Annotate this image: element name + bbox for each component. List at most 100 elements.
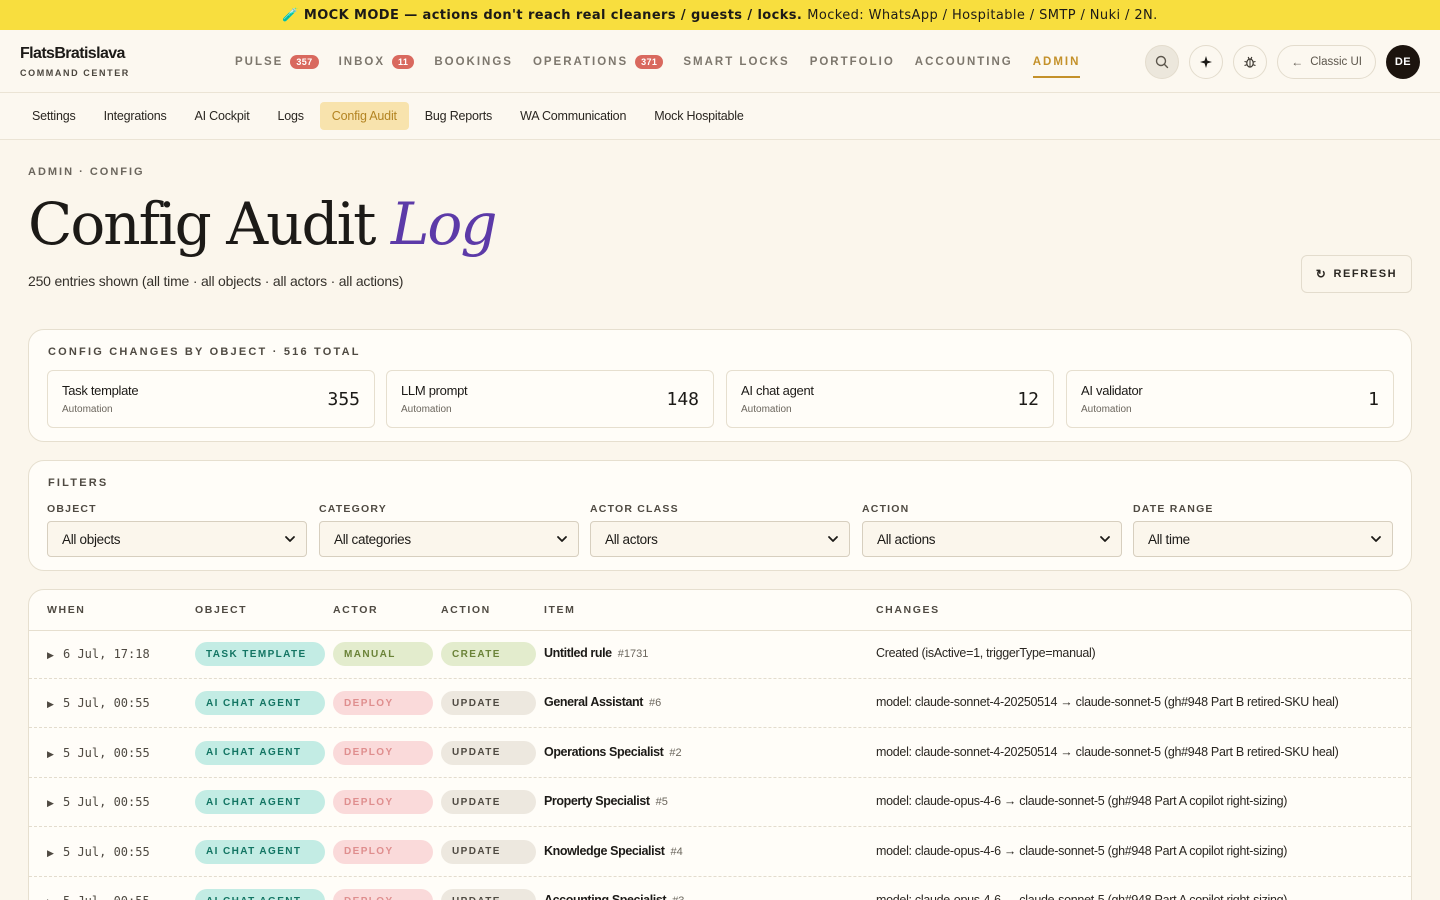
select-value: All actions	[877, 531, 936, 547]
object-badge: AI CHAT AGENT	[195, 889, 325, 900]
subnav-tab-wa-communication[interactable]: WA Communication	[508, 102, 638, 130]
category-select[interactable]: All categories	[319, 521, 579, 557]
nav-count-badge: 371	[635, 54, 664, 69]
column-header-when[interactable]: WHEN	[47, 604, 85, 616]
filter-action: ACTION All actions	[862, 503, 1122, 557]
nav-item-inbox[interactable]: INBOX 11	[339, 30, 415, 93]
column-header-actor[interactable]: ACTOR	[333, 604, 378, 616]
ai-assistant-button[interactable]	[1189, 44, 1224, 79]
stat-box-task-template[interactable]: Task template Automation 355	[47, 370, 375, 428]
column-header-changes[interactable]: CHANGES	[876, 604, 940, 616]
cell-item: Property Specialist #5	[544, 794, 668, 808]
expand-caret-icon[interactable]: ▶	[47, 749, 54, 760]
expand-caret-icon[interactable]: ▶	[47, 848, 54, 859]
stat-name: Task template	[62, 383, 139, 398]
filter-object: OBJECT All objects	[47, 503, 307, 557]
table-row[interactable]: ▶ 6 Jul, 17:18 TASK TEMPLATE MANUAL CREATE Un…	[29, 630, 1411, 679]
object-select[interactable]: All objects	[47, 521, 307, 557]
subnav-tab-integrations[interactable]: Integrations	[92, 102, 179, 130]
subnav-tab-ai-cockpit[interactable]: AI Cockpit	[183, 102, 262, 130]
nav-count-badge: 357	[290, 54, 319, 69]
refresh-button[interactable]: ↻ REFRESH	[1301, 255, 1412, 293]
admin-subnav: Settings Integrations AI Cockpit Logs Config…	[0, 93, 1440, 140]
search-button[interactable]	[1145, 44, 1180, 79]
brand-subtitle: COMMAND CENTER	[20, 67, 130, 78]
nav-item-operations[interactable]: OPERATIONS 371	[533, 30, 664, 93]
flask-icon: 🧪	[282, 7, 299, 23]
expand-caret-icon[interactable]: ▶	[47, 798, 54, 809]
object-badge: AI CHAT AGENT	[195, 790, 325, 815]
stat-box-ai-chat-agent[interactable]: AI chat agent Automation 12	[726, 370, 1054, 428]
table-row[interactable]: ▶ 5 Jul, 00:55 AI CHAT AGENT DEPLOY UPDATE Op…	[29, 729, 1411, 778]
action-select[interactable]: All actions	[862, 521, 1122, 557]
nav-item-portfolio[interactable]: PORTFOLIO	[810, 30, 895, 93]
filter-label: ACTOR CLASS	[590, 503, 679, 515]
expand-caret-icon[interactable]: ▶	[47, 699, 54, 710]
table-row[interactable]: ▶ 5 Jul, 00:55 AI CHAT AGENT DEPLOY UPDATE Kn…	[29, 828, 1411, 877]
top-right-actions: ← Classic UI DE	[1135, 30, 1420, 93]
actor-badge: DEPLOY	[333, 790, 433, 815]
stat-box-ai-validator[interactable]: AI validator Automation 1	[1066, 370, 1394, 428]
cell-changes: model: claude-sonnet-4-20250514 → claude…	[876, 744, 1339, 759]
nav-item-accounting[interactable]: ACCOUNTING	[915, 30, 1013, 93]
nav-item-admin[interactable]: ADMIN	[1032, 30, 1081, 93]
subnav-tab-settings[interactable]: Settings	[20, 102, 88, 130]
stat-value: 355	[327, 389, 360, 410]
cell-item: Knowledge Specialist #4	[544, 844, 683, 858]
actor-badge: MANUAL	[333, 642, 433, 666]
brand-name: FlatsBratislava	[20, 44, 125, 62]
cell-when: 5 Jul, 00:55	[63, 696, 150, 711]
item-id: #6	[649, 697, 662, 710]
stat-name: AI chat agent	[741, 383, 814, 398]
mock-mode-details: Mocked: WhatsApp / Hospitable / SMTP / N…	[807, 7, 1158, 23]
arrow-left-icon: ←	[1291, 54, 1304, 69]
item-id: #3	[672, 895, 684, 900]
mock-mode-title: MOCK MODE — actions don't reach real cle…	[303, 7, 803, 23]
nav-label: INBOX	[338, 55, 385, 68]
cell-changes: Created (isActive=1, triggerType=manual)	[876, 646, 1096, 660]
object-badge: AI CHAT AGENT	[195, 740, 325, 765]
classic-ui-button[interactable]: ← Classic UI	[1277, 44, 1376, 79]
cell-changes: model: claude-sonnet-4-20250514 → claude…	[876, 695, 1339, 710]
actor-badge: DEPLOY	[333, 740, 433, 765]
nav-label: SMART LOCKS	[683, 55, 790, 68]
nav-item-bookings[interactable]: BOOKINGS	[434, 30, 513, 93]
stat-category: Automation	[1081, 404, 1132, 415]
table-row[interactable]: ▶ 5 Jul, 00:55 AI CHAT AGENT DEPLOY UPDATE Ge…	[29, 679, 1411, 729]
select-value: All time	[1148, 531, 1190, 547]
nav-item-smart-locks[interactable]: SMART LOCKS	[683, 30, 789, 93]
subnav-tab-logs[interactable]: Logs	[265, 102, 315, 130]
table-row[interactable]: ▶5 Jul, 00:55AI CHAT AGENTDEPLOYUPDATEAc…	[29, 877, 1411, 900]
action-badge: UPDATE	[441, 740, 536, 765]
table-row[interactable]: ▶ 5 Jul, 00:55 AI CHAT AGENT DEPLOY UPDATE Pr…	[29, 778, 1411, 828]
item-name: Property Specialist	[544, 794, 650, 809]
subnav-tab-bug-reports[interactable]: Bug Reports	[413, 102, 504, 130]
subnav-tab-mock-hospitable[interactable]: Mock Hospitable	[642, 102, 755, 130]
column-header-object[interactable]: OBJECT	[195, 604, 247, 616]
subnav-tab-config-audit[interactable]: Config Audit	[319, 102, 409, 130]
column-header-action[interactable]: ACTION	[441, 604, 491, 616]
action-badge: UPDATE	[441, 691, 536, 716]
bug-report-button[interactable]	[1233, 44, 1268, 79]
user-avatar[interactable]: DE	[1386, 44, 1420, 79]
refresh-icon: ↻	[1315, 267, 1328, 281]
filter-category: CATEGORY All categories	[319, 503, 579, 557]
column-header-item[interactable]: ITEM	[544, 604, 575, 616]
cell-item: Untitled rule #1731	[544, 646, 648, 660]
chevron-down-icon	[828, 536, 838, 542]
cell-changes: model: claude-opus-4-6 → claude-sonnet-5…	[876, 893, 1288, 900]
nav-item-pulse[interactable]: PULSE 357	[235, 30, 319, 93]
chevron-down-icon	[285, 536, 295, 542]
actor-class-select[interactable]: All actors	[590, 521, 850, 557]
stat-value: 12	[1017, 389, 1039, 410]
expand-caret-icon[interactable]: ▶	[47, 650, 54, 661]
classic-ui-label: Classic UI	[1310, 55, 1362, 68]
stat-box-llm-prompt[interactable]: LLM prompt Automation 148	[386, 370, 714, 428]
item-name: Accounting Specialist	[544, 893, 667, 900]
nav-label: ADMIN	[1032, 55, 1081, 68]
action-badge: UPDATE	[441, 790, 536, 815]
filter-label: CATEGORY	[319, 503, 387, 515]
brand[interactable]: FlatsBratislava COMMAND CENTER	[20, 45, 220, 78]
date-range-select[interactable]: All time	[1133, 521, 1393, 557]
item-id: #5	[655, 796, 668, 809]
